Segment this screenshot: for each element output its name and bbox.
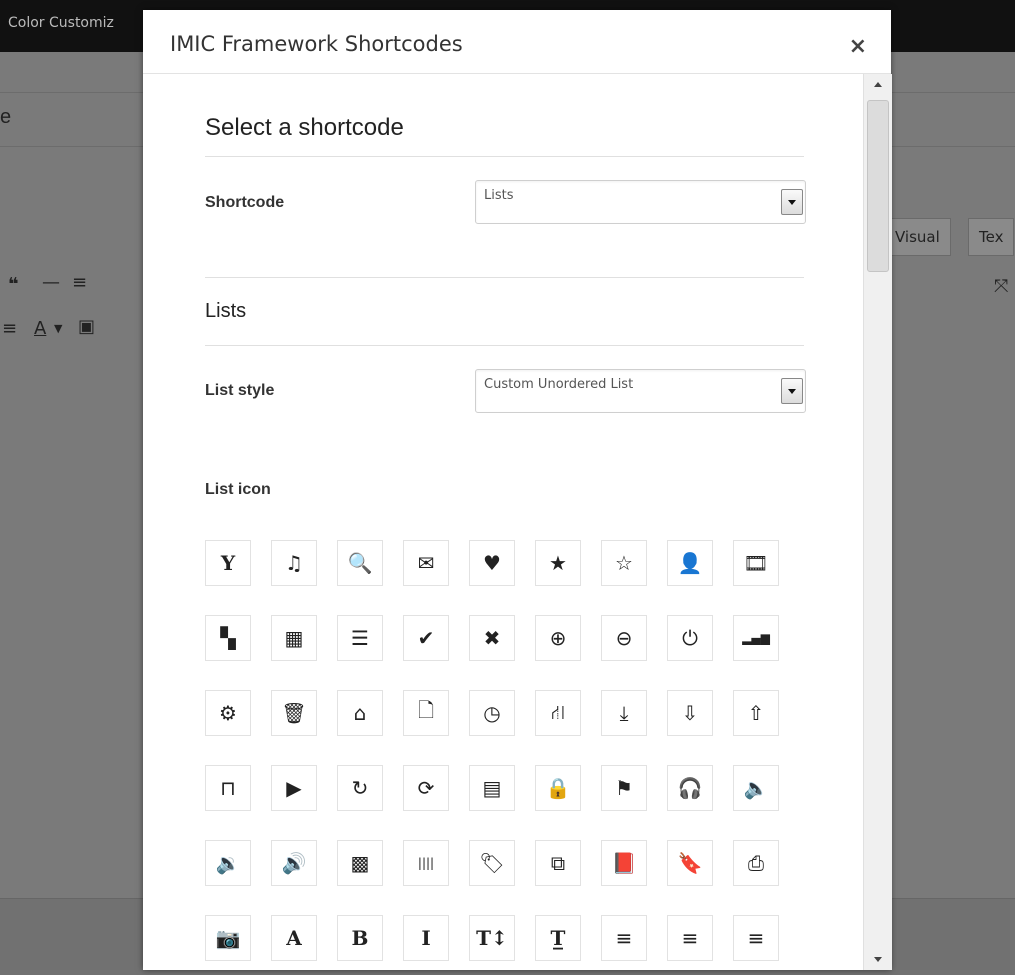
divider (205, 277, 804, 278)
scrollbar-thumb[interactable] (867, 100, 889, 272)
download-alt-icon[interactable]: ⤓ (601, 690, 647, 736)
headphones-icon[interactable]: 🎧 (667, 765, 713, 811)
music-icon[interactable]: ♫ (271, 540, 317, 586)
chevron-down-icon[interactable] (781, 189, 803, 215)
qrcode-icon[interactable]: ▩ (337, 840, 383, 886)
align-icon[interactable]: ≡ (72, 272, 87, 293)
align-left-icon[interactable]: ≡ (601, 915, 647, 961)
fullscreen-icon[interactable]: ⤧ (994, 276, 1008, 297)
list-style-select[interactable]: Custom Unordered List (475, 369, 806, 413)
lock-icon[interactable]: 🔒 (535, 765, 581, 811)
inbox-icon[interactable]: ⊓ (205, 765, 251, 811)
camera-icon[interactable]: 📷 (205, 915, 251, 961)
time-icon[interactable]: ◷ (469, 690, 515, 736)
italic-icon[interactable]: I (403, 915, 449, 961)
paste-text-icon[interactable]: ▣ (78, 316, 95, 337)
blockquote-icon[interactable]: ❝ (8, 274, 19, 295)
zoom-out-icon[interactable]: ⊖ (601, 615, 647, 661)
divider (205, 345, 804, 346)
signal-icon[interactable]: ▂▄▆ (733, 615, 779, 661)
text-height-icon[interactable]: T↕ (469, 915, 515, 961)
book-icon[interactable]: 📕 (601, 840, 647, 886)
volume-up-icon[interactable]: 🔊 (271, 840, 317, 886)
tab-visual[interactable]: Visual (884, 218, 951, 256)
list-alt-icon[interactable]: ▤ (469, 765, 515, 811)
close-icon[interactable]: × (849, 34, 867, 59)
indent-icon[interactable]: ≡ (2, 318, 17, 339)
modal-content: Select a shortcode Shortcode Lists Lists… (143, 74, 863, 970)
shortcode-modal: IMIC Framework Shortcodes × Select a sho… (143, 10, 892, 970)
remove-icon[interactable]: ✖ (469, 615, 515, 661)
trash-icon[interactable]: 🗑 (271, 690, 317, 736)
tab-text[interactable]: Tex (968, 218, 1015, 256)
home-icon[interactable]: ⌂ (337, 690, 383, 736)
off-icon[interactable]: ⏻ (667, 615, 713, 661)
modal-header: IMIC Framework Shortcodes × (143, 10, 891, 74)
print-icon[interactable]: ⎙ (733, 840, 779, 886)
tag-icon[interactable]: 🏷 (469, 840, 515, 886)
refresh-icon[interactable]: ⟳ (403, 765, 449, 811)
bookmark-icon[interactable]: 🔖 (667, 840, 713, 886)
th-icon[interactable]: ▦ (271, 615, 317, 661)
list-style-label: List style (205, 382, 275, 399)
user-icon[interactable]: 👤 (667, 540, 713, 586)
shortcode-select-value: Lists (484, 188, 514, 203)
check-icon[interactable]: ✔ (403, 615, 449, 661)
modal-title: IMIC Framework Shortcodes (170, 32, 463, 56)
chevron-down-icon[interactable]: ▼ (54, 322, 62, 335)
film-icon[interactable]: 🎞 (733, 540, 779, 586)
star-empty-icon[interactable]: ☆ (601, 540, 647, 586)
font-icon[interactable]: A (271, 915, 317, 961)
text-width-icon[interactable]: T̲ (535, 915, 581, 961)
tags-icon[interactable]: ⧉ (535, 840, 581, 886)
zoom-in-icon[interactable]: ⊕ (535, 615, 581, 661)
scroll-up-arrow-icon[interactable] (864, 74, 892, 94)
repeat-icon[interactable]: ↻ (337, 765, 383, 811)
list-icon-label: List icon (205, 481, 271, 498)
list-style-select-value: Custom Unordered List (484, 377, 634, 392)
th-list-icon[interactable]: ☰ (337, 615, 383, 661)
align-right-icon[interactable]: ≡ (733, 915, 779, 961)
lists-section-title: Lists (205, 300, 247, 322)
shortcode-select[interactable]: Lists (475, 180, 806, 224)
select-shortcode-title: Select a shortcode (205, 114, 404, 141)
text-color-icon[interactable]: A (34, 318, 46, 339)
scroll-down-arrow-icon[interactable] (864, 950, 892, 970)
star-icon[interactable]: ★ (535, 540, 581, 586)
search-icon[interactable]: 🔍 (337, 540, 383, 586)
road-icon[interactable]: ⛙ (535, 690, 581, 736)
customizer-title: Color Customiz (8, 15, 114, 31)
envelope-icon[interactable]: ✉ (403, 540, 449, 586)
horizontal-line-icon[interactable]: — (42, 272, 60, 293)
shortcode-label: Shortcode (205, 194, 285, 211)
bold-icon[interactable]: B (337, 915, 383, 961)
file-icon[interactable]: 🗋 (403, 690, 449, 736)
scrollbar[interactable] (863, 74, 892, 970)
play-circle-icon[interactable]: ▶ (271, 765, 317, 811)
page-heading-partial: e (0, 106, 12, 128)
download-icon[interactable]: ⇩ (667, 690, 713, 736)
cog-icon[interactable]: ⚙ (205, 690, 251, 736)
chevron-down-icon[interactable] (781, 378, 803, 404)
volume-down-icon[interactable]: 🔉 (205, 840, 251, 886)
heart-icon[interactable]: ♥ (469, 540, 515, 586)
volume-off-icon[interactable]: 🔈 (733, 765, 779, 811)
barcode-icon[interactable]: |||| (403, 840, 449, 886)
flag-icon[interactable]: ⚑ (601, 765, 647, 811)
glass-icon[interactable]: Y (205, 540, 251, 586)
upload-icon[interactable]: ⇧ (733, 690, 779, 736)
divider (205, 156, 804, 157)
th-large-icon[interactable]: ▚ (205, 615, 251, 661)
align-center-icon[interactable]: ≡ (667, 915, 713, 961)
